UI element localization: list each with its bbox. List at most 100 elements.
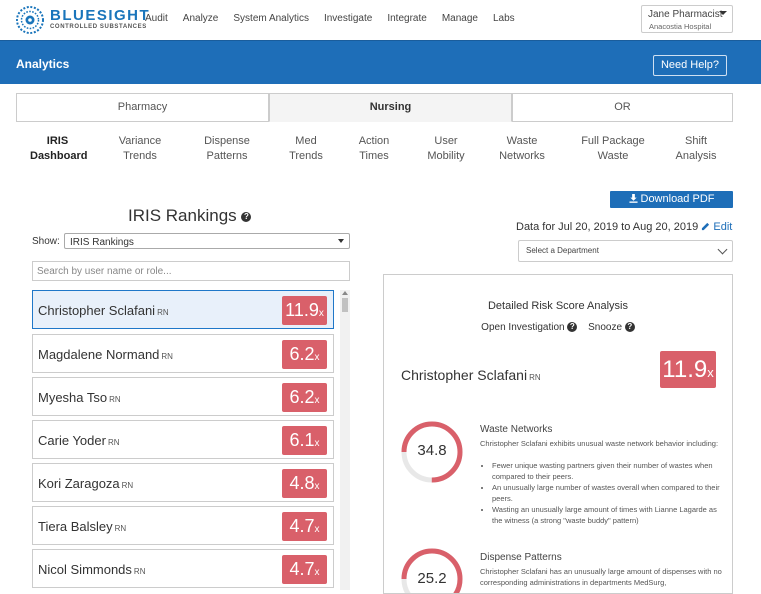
ranking-item[interactable]: Nicol Simmonds RN 4.7x (32, 549, 334, 588)
detail-risk-score: 11.9x (660, 351, 716, 388)
department-select-value: Select a Department (526, 246, 599, 255)
detail-title: Detailed Risk Score Analysis (487, 300, 628, 312)
rankings-scrollbar[interactable] (340, 290, 350, 590)
nav-labs[interactable]: Labs (493, 13, 515, 24)
ranking-role: RN (109, 395, 121, 404)
ranking-item[interactable]: Tiera Balsley RN 4.7x (32, 506, 334, 545)
caret-down-icon (338, 239, 344, 243)
subnav-iris-dashboard[interactable]: IRIS Dashboard (30, 134, 88, 164)
show-select[interactable]: IRIS Rankings (64, 233, 350, 249)
risk-score-badge: 4.8x (282, 469, 327, 498)
subnav-label: Dispense (204, 135, 250, 147)
waste-networks-title: Waste Networks (480, 424, 553, 435)
subnav-label: Shift (684, 135, 707, 147)
help-icon[interactable]: ? (241, 211, 252, 222)
subnav-action-times[interactable]: Action Times (349, 134, 399, 164)
subnav-label: IRIS (46, 135, 69, 147)
search-input[interactable] (32, 261, 350, 281)
subnav-shift-analysis[interactable]: Shift Analysis (671, 134, 721, 164)
nav-investigate[interactable]: Investigate (324, 13, 372, 24)
main-nav: Audit Analyze System Analytics Investiga… (145, 13, 530, 24)
ranking-name: Christopher Sclafani RN (38, 303, 169, 318)
subnav-label: Full Package (581, 135, 645, 147)
dispense-patterns-score: 25.2 (417, 570, 447, 587)
subnav-label: Dashboard (30, 150, 88, 162)
subnav-label: Variance (118, 135, 162, 147)
subnav-label: Trends (123, 150, 157, 162)
ranking-role: RN (121, 481, 134, 490)
ranking-role: RN (133, 567, 146, 576)
pencil-icon (702, 222, 710, 231)
brand-name: BLUESIGHT (50, 7, 151, 24)
nav-analyze[interactable]: Analyze (183, 13, 219, 24)
show-label: Show: (32, 236, 60, 247)
dispense-patterns-description: Christopher Sclafani has an unusually la… (480, 567, 722, 587)
subnav-waste-networks[interactable]: Waste Networks (493, 134, 551, 164)
subnav-label: Patterns (206, 150, 248, 162)
ranking-item[interactable]: Myesha Tso RN 6.2x (32, 377, 334, 416)
need-help-button[interactable]: Need Help? (653, 55, 727, 76)
risk-detail-card: Detailed Risk Score Analysis Open Invest… (383, 274, 733, 594)
subnav-full-package-waste[interactable]: Full Package Waste (577, 134, 649, 164)
brand[interactable]: BLUESIGHT CONTROLLED SUBSTANCES (50, 7, 151, 31)
risk-score-badge: 6.2x (282, 340, 327, 369)
department-select[interactable]: Select a Department (518, 240, 733, 262)
tab-nursing[interactable]: Nursing (269, 93, 512, 122)
scroll-up-icon[interactable] (342, 291, 348, 295)
help-icon: ? (567, 322, 578, 333)
subnav-user-mobility[interactable]: User Mobility (419, 134, 473, 164)
dispense-patterns-title: Dispense Patterns (480, 552, 562, 563)
edit-date-link[interactable]: Edit (701, 221, 732, 233)
scroll-thumb[interactable] (342, 298, 348, 312)
subnav-label: Trends (289, 150, 323, 162)
ranking-name: Tiera Balsley RN (38, 519, 127, 534)
detail-actions: Open Investigation ? Snooze ? (384, 322, 732, 333)
chevron-down-icon (717, 244, 728, 255)
ranking-name: Carie Yoder RN (38, 433, 120, 448)
subnav-label: Analysis (675, 150, 717, 162)
download-pdf-button[interactable]: Download PDF (610, 191, 733, 208)
analytics-header: Analytics Need Help? (0, 40, 761, 84)
subnav-variance-trends[interactable]: Variance Trends (111, 134, 169, 164)
ranking-role: RN (107, 438, 120, 447)
date-range-text: Data for Jul 20, 2019 to Aug 20, 2019 (516, 221, 699, 233)
user-menu[interactable]: Jane Pharmacist Anacostia Hospital (641, 5, 733, 33)
rankings-title: IRIS Rankings ? (128, 206, 252, 226)
sub-navigation: IRIS Dashboard Variance Trends Dispense Pat… (16, 134, 733, 166)
tab-or[interactable]: OR (512, 93, 733, 122)
nav-audit[interactable]: Audit (145, 13, 168, 24)
bullet-item: Fewer unique wasting partners given thei… (492, 460, 722, 482)
waste-networks-description: Christopher Sclafani exhibits unusual wa… (480, 439, 719, 448)
ranking-name: Kori Zaragoza RN (38, 476, 134, 491)
subnav-dispense-patterns[interactable]: Dispense Patterns (198, 134, 256, 164)
nav-integrate[interactable]: Integrate (387, 13, 426, 24)
bullet-item: An unusually large number of wastes over… (492, 482, 722, 504)
subnav-label: Waste (506, 135, 538, 147)
nav-manage[interactable]: Manage (442, 13, 478, 24)
ranking-item[interactable]: Christopher Sclafani RN 11.9x (32, 290, 334, 329)
nav-system-analytics[interactable]: System Analytics (233, 13, 309, 24)
ranking-item[interactable]: Magdalene Normand RN 6.2x (32, 334, 334, 373)
user-hospital: Anacostia Hospital (649, 22, 712, 31)
page-title: Analytics (16, 57, 70, 71)
bullet-item: Wasting an unusually large amount of tim… (492, 504, 722, 526)
open-investigation-link[interactable]: Open Investigation ? (481, 322, 578, 333)
tab-pharmacy[interactable]: Pharmacy (16, 93, 269, 122)
help-icon: ? (624, 322, 635, 333)
ranking-item[interactable]: Kori Zaragoza RN 4.8x (32, 463, 334, 502)
subnav-med-trends[interactable]: Med Trends (281, 134, 331, 164)
subnav-label: User (434, 135, 458, 147)
caret-down-icon (719, 11, 727, 15)
risk-score-badge: 11.9x (282, 296, 327, 325)
snooze-link[interactable]: Snooze ? (588, 322, 635, 333)
subnav-label: Times (359, 150, 389, 162)
bluesight-logo-icon[interactable] (15, 5, 45, 35)
ranking-name: Myesha Tso RN (38, 390, 121, 405)
subnav-label: Action (358, 135, 390, 147)
ranking-item[interactable]: Carie Yoder RN 6.1x (32, 420, 334, 459)
risk-score-badge: 6.1x (282, 426, 327, 455)
top-navigation: BLUESIGHT CONTROLLED SUBSTANCES Audit An… (0, 0, 761, 40)
download-pdf-label: Download PDF (640, 193, 715, 205)
subnav-label: Med (295, 135, 317, 147)
ranking-name: Nicol Simmonds RN (38, 562, 146, 577)
